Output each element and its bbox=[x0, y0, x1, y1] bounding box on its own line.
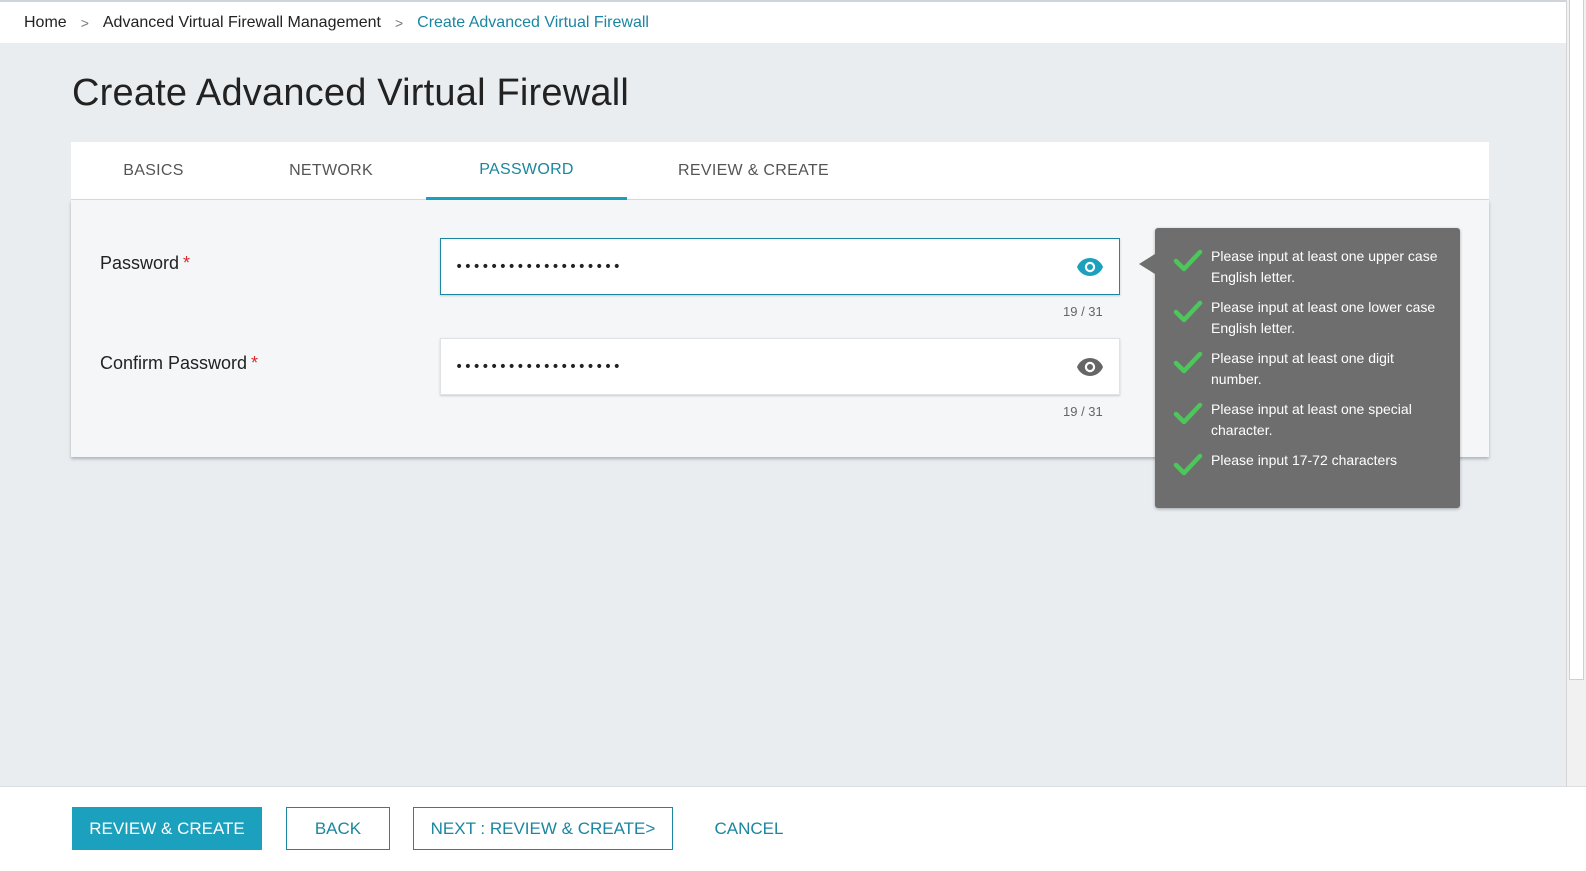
check-icon bbox=[1173, 402, 1203, 425]
password-input[interactable] bbox=[441, 239, 1041, 294]
password-rule-text: Please input at least one upper case Eng… bbox=[1211, 248, 1438, 285]
password-rule-text: Please input 17-72 characters bbox=[1211, 452, 1397, 468]
breadcrumb: Home > Advanced Virtual Firewall Managem… bbox=[0, 0, 1566, 43]
breadcrumb-home[interactable]: Home bbox=[24, 14, 67, 32]
tab-network[interactable]: NETWORK bbox=[236, 142, 426, 200]
eye-icon[interactable] bbox=[1075, 352, 1105, 382]
password-rule-text: Please input at least one special charac… bbox=[1211, 401, 1412, 438]
wizard-tabs: BASICS NETWORK PASSWORD REVIEW & CREATE bbox=[71, 142, 1489, 200]
check-icon bbox=[1173, 300, 1203, 323]
required-indicator: * bbox=[183, 253, 191, 273]
next-review-create-button[interactable]: NEXT : REVIEW & CREATE> bbox=[413, 807, 673, 850]
check-icon bbox=[1173, 351, 1203, 374]
password-rule: Please input at least one special charac… bbox=[1155, 399, 1460, 441]
footer-actions: REVIEW & CREATE BACK NEXT : REVIEW & CRE… bbox=[0, 786, 1586, 871]
eye-icon[interactable] bbox=[1075, 252, 1105, 282]
page-scrollbar-thumb[interactable] bbox=[1569, 0, 1584, 680]
breadcrumb-separator: > bbox=[394, 14, 404, 31]
password-char-counter: 19 / 31 bbox=[1063, 304, 1103, 319]
tooltip-arrow bbox=[1139, 254, 1155, 274]
confirm-password-label: Confirm Password * bbox=[100, 353, 259, 373]
breadcrumb-separator: > bbox=[80, 14, 89, 31]
confirm-password-input[interactable] bbox=[441, 339, 1041, 394]
required-indicator: * bbox=[251, 353, 259, 373]
check-icon bbox=[1173, 453, 1203, 476]
password-rule: Please input at least one upper case Eng… bbox=[1155, 246, 1460, 288]
password-rule-text: Please input at least one digit number. bbox=[1211, 350, 1394, 387]
check-icon bbox=[1173, 249, 1203, 272]
password-rule-text: Please input at least one lower case Eng… bbox=[1211, 299, 1436, 336]
password-label: Password * bbox=[100, 253, 191, 273]
password-rules-tooltip: Please input at least one upper case Eng… bbox=[1139, 228, 1460, 508]
breadcrumb-firewall-management[interactable]: Advanced Virtual Firewall Management bbox=[103, 14, 381, 32]
password-rule: Please input at least one digit number. bbox=[1155, 348, 1460, 390]
tab-password[interactable]: PASSWORD bbox=[426, 142, 627, 200]
password-field bbox=[440, 238, 1120, 295]
back-button[interactable]: BACK bbox=[286, 807, 390, 850]
password-rule: Please input at least one lower case Eng… bbox=[1155, 297, 1460, 339]
confirm-password-field bbox=[440, 338, 1120, 395]
tab-basics[interactable]: BASICS bbox=[71, 142, 236, 200]
password-rule: Please input 17-72 characters bbox=[1155, 450, 1460, 478]
confirm-password-char-counter: 19 / 31 bbox=[1063, 404, 1103, 419]
page-title: Create Advanced Virtual Firewall bbox=[72, 72, 629, 114]
review-create-button[interactable]: REVIEW & CREATE bbox=[72, 807, 262, 850]
cancel-button[interactable]: CANCEL bbox=[700, 807, 798, 850]
tab-review-create[interactable]: REVIEW & CREATE bbox=[627, 142, 880, 200]
breadcrumb-current: Create Advanced Virtual Firewall bbox=[417, 13, 649, 31]
